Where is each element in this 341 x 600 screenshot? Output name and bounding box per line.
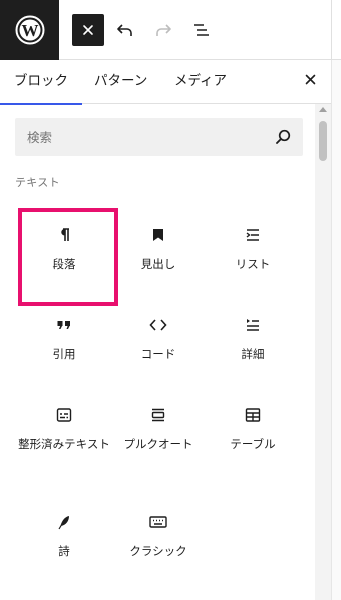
verse-icon — [52, 510, 76, 534]
block-search — [15, 118, 303, 156]
pullquote-icon — [146, 403, 170, 427]
heading-bookmark-icon — [146, 223, 170, 247]
block-preformatted[interactable]: 整形済みテキスト — [18, 388, 110, 453]
list-view-icon — [194, 24, 209, 36]
category-heading-text: テキスト — [15, 176, 60, 189]
block-details[interactable]: 詳細 — [207, 298, 299, 363]
block-label: 詳細 — [241, 347, 265, 361]
block-label: 見出し — [140, 257, 176, 271]
block-quote[interactable]: 引用 — [18, 298, 110, 363]
block-classic[interactable]: クラシック — [112, 495, 204, 560]
search-icon[interactable] — [275, 129, 291, 145]
code-icon — [146, 313, 170, 337]
block-label: リスト — [235, 257, 271, 271]
content-edge — [331, 60, 341, 600]
block-label: 段落 — [52, 257, 76, 271]
inserter-tabs: ブロック パターン メディア — [0, 60, 331, 105]
close-inserter-button[interactable] — [72, 14, 104, 46]
block-heading[interactable]: 見出し — [112, 208, 204, 273]
classic-keyboard-icon — [146, 510, 170, 534]
undo-icon — [117, 24, 132, 36]
tab-patterns[interactable]: パターン — [94, 60, 147, 104]
list-icon — [241, 223, 265, 247]
quote-icon — [52, 313, 76, 337]
undo-button[interactable] — [109, 14, 141, 46]
svg-text:W: W — [21, 21, 38, 40]
close-panel-button[interactable] — [297, 66, 323, 92]
block-label: コード — [140, 347, 176, 361]
block-paragraph[interactable]: 段落 — [18, 208, 118, 306]
block-label: 詩 — [58, 544, 70, 558]
wordpress-logo-button[interactable]: W — [0, 0, 59, 60]
search-input[interactable] — [15, 118, 265, 156]
table-icon — [241, 403, 265, 427]
block-list[interactable]: リスト — [207, 208, 299, 273]
details-icon — [241, 313, 265, 337]
paragraph-icon — [52, 223, 76, 247]
block-label: 整形済みテキスト — [18, 437, 110, 451]
redo-button[interactable] — [147, 14, 179, 46]
scroll-thumb[interactable] — [319, 121, 327, 161]
preformatted-icon — [52, 403, 76, 427]
block-label: 引用 — [52, 347, 76, 361]
block-pullquote[interactable]: プルクオート — [112, 388, 204, 453]
block-table[interactable]: テーブル — [207, 388, 299, 453]
redo-icon — [156, 24, 171, 36]
block-code[interactable]: コード — [112, 298, 204, 363]
close-icon — [305, 74, 315, 84]
list-view-button[interactable] — [185, 14, 217, 46]
block-label: プルクオート — [123, 437, 193, 451]
editor-toolbar: W — [0, 0, 341, 60]
close-icon — [83, 25, 93, 35]
block-label: クラシック — [129, 544, 187, 558]
tab-media[interactable]: メディア — [174, 60, 227, 104]
tab-blocks[interactable]: ブロック — [0, 60, 82, 105]
content-edge — [331, 0, 341, 60]
block-verse[interactable]: 詩 — [18, 495, 110, 560]
scroll-up-icon[interactable] — [319, 107, 327, 112]
inserter-scrollbar[interactable] — [315, 104, 331, 600]
block-label: テーブル — [230, 437, 276, 451]
wordpress-logo-icon: W — [15, 15, 44, 45]
